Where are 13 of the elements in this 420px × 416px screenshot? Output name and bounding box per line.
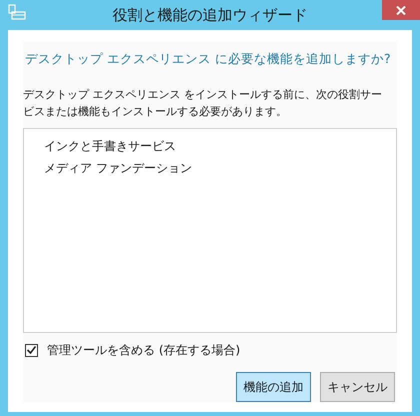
app-icon [8, 4, 26, 20]
cancel-button[interactable]: キャンセル [320, 372, 395, 402]
dialog-heading: デスクトップ エクスペリエンス に必要な機能を追加しますか? [24, 50, 392, 68]
close-icon [396, 6, 406, 14]
feature-item: インクと手書きサービス [44, 138, 177, 155]
close-button[interactable] [382, 0, 420, 20]
checkbox[interactable] [25, 344, 38, 356]
feature-item: メディア ファンデーション [44, 160, 193, 177]
checkbox-label: 管理ツールを含める (存在する場合) [47, 342, 240, 359]
check-icon [27, 346, 36, 354]
window-title: 役割と機能の追加ウィザード [112, 4, 308, 26]
add-features-button[interactable]: 機能の追加 [236, 372, 311, 402]
description-text: デスクトップ エクスペリエンス をインストールする前に、次の役割サービスまたは機能もインストールする必要があります。 [23, 87, 383, 120]
